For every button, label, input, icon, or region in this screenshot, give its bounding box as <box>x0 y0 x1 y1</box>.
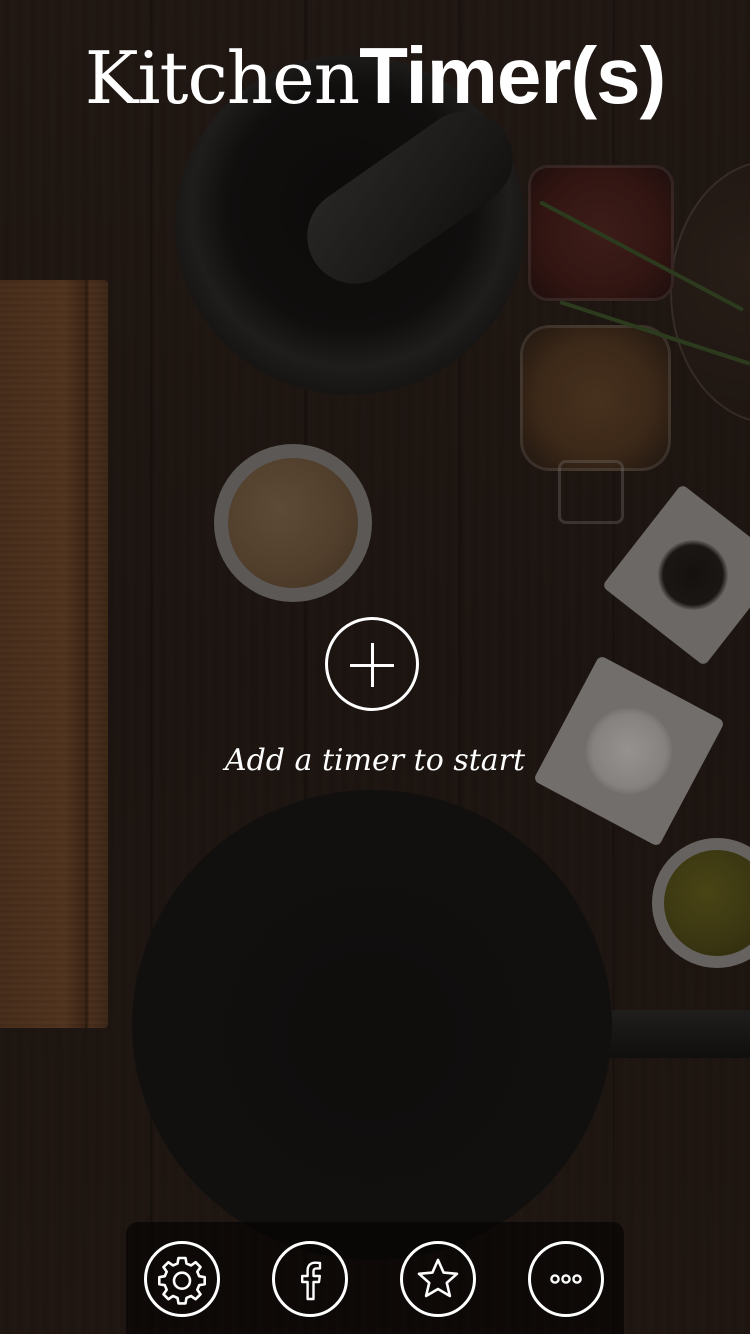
empty-state-hint: Add a timer to start <box>224 743 526 778</box>
gear-icon <box>158 1256 206 1305</box>
app-title-light: Kitchen <box>84 36 360 120</box>
rate-button[interactable] <box>400 1241 476 1317</box>
ellipsis-icon <box>550 1274 582 1284</box>
more-button[interactable] <box>528 1241 604 1317</box>
settings-button[interactable] <box>144 1241 220 1317</box>
app-title-bold: Timer(s) <box>359 31 666 120</box>
facebook-icon <box>301 1261 322 1301</box>
star-icon <box>417 1258 459 1298</box>
bottom-toolbar <box>126 1222 624 1334</box>
facebook-button[interactable] <box>272 1241 348 1317</box>
add-timer-button[interactable] <box>325 617 419 711</box>
app-title: KitchenTimer(s) <box>0 36 750 116</box>
